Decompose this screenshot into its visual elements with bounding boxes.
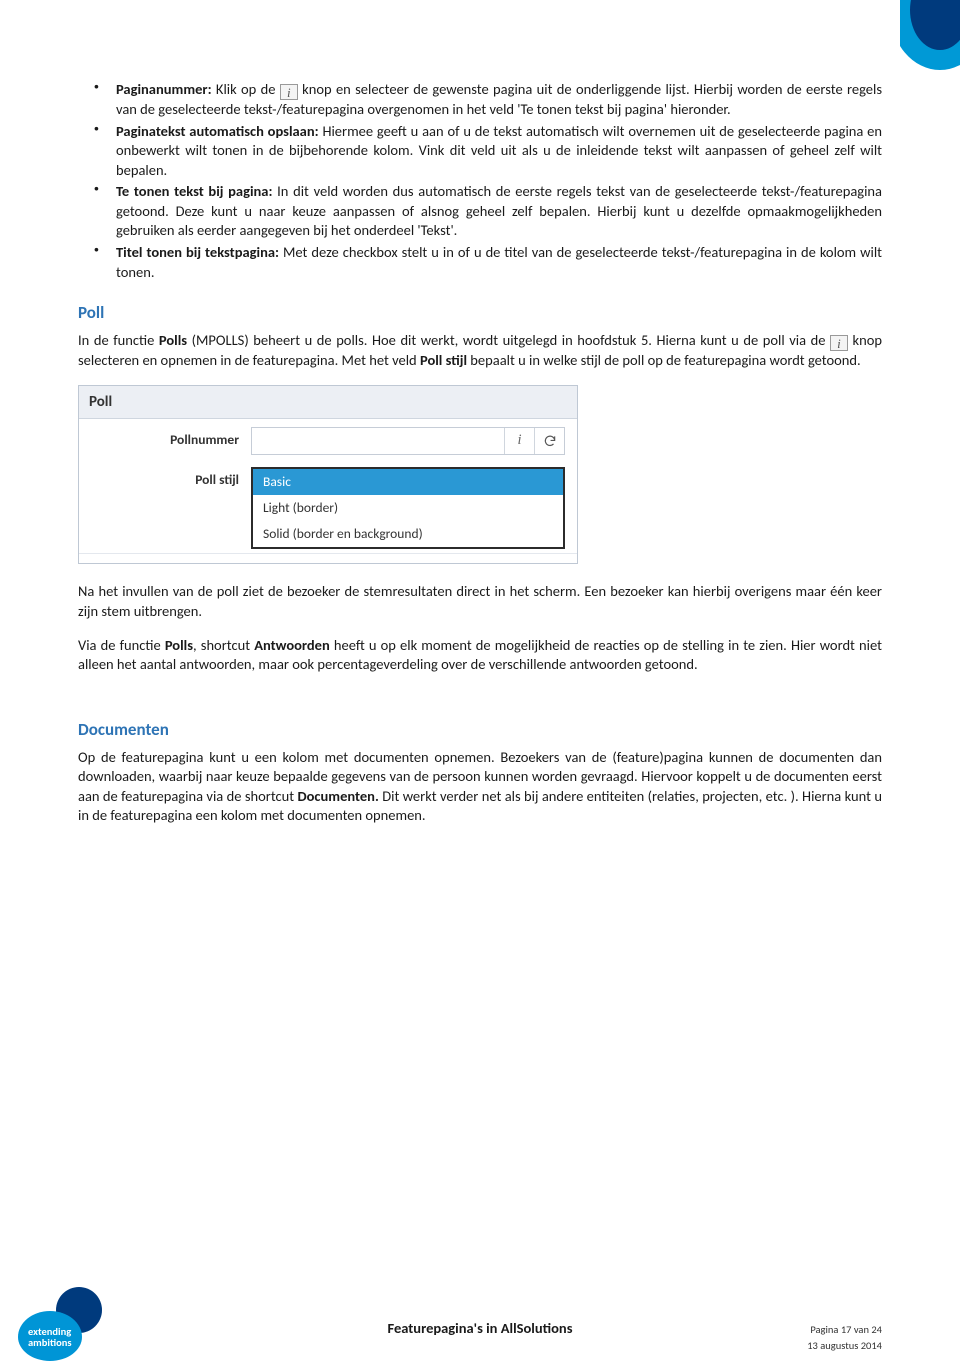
text-bold: Polls: [159, 331, 187, 349]
bullet-list: Paginanummer: Klik op de i knop en selec…: [78, 80, 882, 282]
refresh-icon-button[interactable]: [534, 428, 564, 454]
field-label-pollstijl: Poll stijl: [91, 467, 251, 489]
poll-panel-footer-strip: [79, 553, 577, 563]
text-fragment: In de functie: [78, 331, 159, 349]
footer-page-number: Pagina 17 van 24: [810, 1323, 882, 1337]
bullet-label: Titel tonen bij tekstpagina:: [116, 243, 279, 261]
bullet-label: Te tonen tekst bij pagina:: [116, 182, 272, 200]
bullet-text-pre: Klik op de: [212, 80, 280, 98]
bullet-label: Paginatekst automatisch opslaan:: [116, 122, 319, 140]
poll-panel-screenshot: Poll Pollnummer i Poll stijl Basic Light…: [78, 385, 578, 565]
dropdown-option-selected[interactable]: Basic: [253, 469, 563, 495]
bullet-label: Paginanummer:: [116, 80, 212, 98]
footer-date: 13 augustus 2014: [807, 1339, 882, 1353]
page-footer: Featurepagina's in AllSolutions Pagina 1…: [0, 1319, 960, 1339]
field-label-pollnummer: Pollnummer: [91, 427, 251, 449]
brand-logo: extending ambitions: [18, 1287, 108, 1357]
poll-after-paragraph-2: Via de functie Polls, shortcut Antwoorde…: [78, 636, 882, 675]
info-icon: i: [280, 84, 298, 100]
decorative-corner: [900, 0, 960, 70]
logo-line2: ambitions: [28, 1336, 72, 1349]
poll-row-pollstijl: Poll stijl Basic Light (border) Solid (b…: [79, 459, 577, 554]
text-fragment: bepaalt u in welke stijl de poll op de f…: [467, 351, 861, 369]
refresh-icon: [543, 434, 557, 448]
bullet-paginanummer: Paginanummer: Klik op de i knop en selec…: [116, 80, 882, 120]
documenten-paragraph: Op de featurepagina kunt u een kolom met…: [78, 748, 882, 826]
bullet-titel-tonen: Titel tonen bij tekstpagina: Met deze ch…: [116, 243, 882, 282]
poll-after-paragraph-1: Na het invullen van de poll ziet de bezo…: [78, 582, 882, 621]
dropdown-option[interactable]: Solid (border en background): [253, 521, 563, 547]
poll-row-pollnummer: Pollnummer i: [79, 419, 577, 459]
info-icon: i: [830, 335, 848, 351]
text-bold: Polls: [165, 636, 193, 654]
info-icon-button[interactable]: i: [504, 428, 534, 454]
text-fragment: (MPOLLS) beheert u de polls. Hoe dit wer…: [187, 331, 830, 349]
footer-title: Featurepagina's in AllSolutions: [388, 1319, 573, 1339]
pollstijl-dropdown[interactable]: Basic Light (border) Solid (border en ba…: [251, 467, 565, 550]
text-bold: Antwoorden: [254, 636, 330, 654]
text-fragment: , shortcut: [193, 636, 254, 654]
text-bold: Poll stijl: [420, 351, 467, 369]
text-fragment: Via de functie: [78, 636, 165, 654]
section-heading-poll: Poll: [78, 302, 882, 325]
bullet-paginatekst-opslaan: Paginatekst automatisch opslaan: Hiermee…: [116, 122, 882, 181]
pollnummer-input-group: i: [251, 427, 565, 455]
section-heading-documenten: Documenten: [78, 719, 882, 742]
pollnummer-input[interactable]: [252, 428, 504, 454]
poll-panel-title: Poll: [79, 386, 577, 419]
page-content: Paginanummer: Klik op de i knop en selec…: [0, 0, 960, 826]
dropdown-option[interactable]: Light (border): [253, 495, 563, 521]
bullet-te-tonen-tekst: Te tonen tekst bij pagina: In dit veld w…: [116, 182, 882, 241]
logo-text: extending ambitions: [28, 1327, 72, 1348]
poll-intro-paragraph: In de functie Polls (MPOLLS) beheert u d…: [78, 331, 882, 371]
text-bold: Documenten.: [297, 787, 378, 805]
